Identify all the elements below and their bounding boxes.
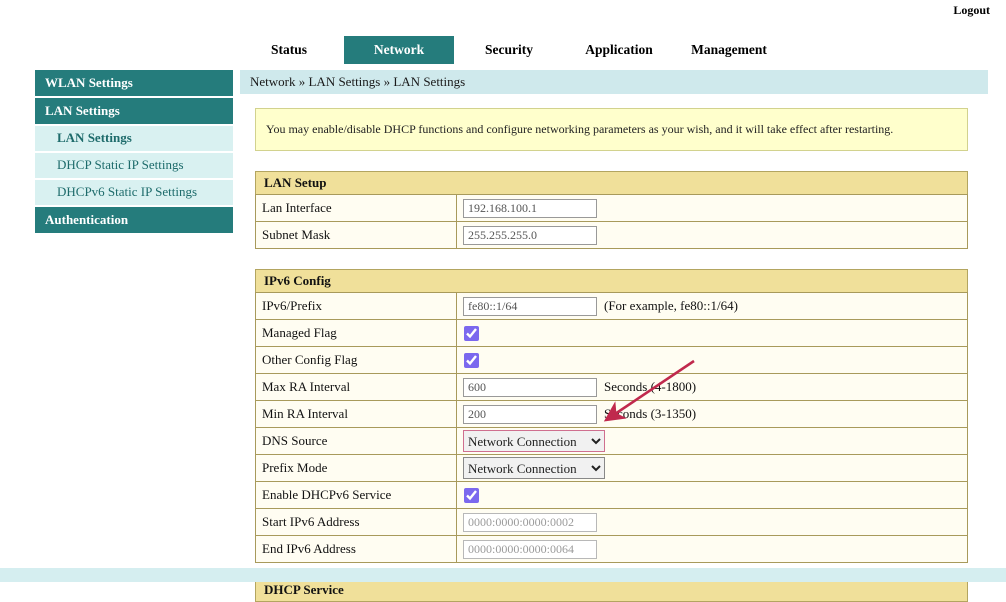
sidebar-item-lan-settings[interactable]: LAN Settings [35,126,233,153]
table-row: Enable DHCPv6 Service [256,482,968,509]
sidebar-item-lan-settings-group[interactable]: LAN Settings [35,98,233,126]
min-ra-interval-input[interactable] [463,405,597,424]
field-value-cell [457,536,968,563]
sidebar: WLAN Settings LAN Settings LAN Settings … [35,70,233,235]
sidebar-item-wlan-settings[interactable]: WLAN Settings [35,70,233,98]
field-value-cell: Seconds (4-1800) [457,374,968,401]
table-row: Start IPv6 Address [256,509,968,536]
lan-interface-input[interactable] [463,199,597,218]
logout-link[interactable]: Logout [953,3,990,18]
table-row: Min RA Interval Seconds (3-1350) [256,401,968,428]
table-row: DNS Source Network Connection [256,428,968,455]
field-label: Prefix Mode [256,455,457,482]
tab-management[interactable]: Management [674,36,784,64]
field-note: Seconds (4-1800) [604,379,696,394]
table-row: Prefix Mode Network Connection [256,455,968,482]
field-label: Enable DHCPv6 Service [256,482,457,509]
field-label: IPv6/Prefix [256,293,457,320]
field-label: Min RA Interval [256,401,457,428]
sidebar-item-dhcpv6-static-ip[interactable]: DHCPv6 Static IP Settings [35,180,233,207]
tab-network[interactable]: Network [344,36,454,64]
dns-source-select[interactable]: Network Connection [463,430,605,452]
field-label: DNS Source [256,428,457,455]
subnet-mask-input[interactable] [463,226,597,245]
field-value-cell [457,320,968,347]
prefix-mode-select[interactable]: Network Connection [463,457,605,479]
top-nav-tabbar: Status Network Security Application Mana… [234,36,784,64]
table-row: Max RA Interval Seconds (4-1800) [256,374,968,401]
table-row: End IPv6 Address [256,536,968,563]
field-value-cell [457,482,968,509]
field-value-cell: Seconds (3-1350) [457,401,968,428]
tab-status[interactable]: Status [234,36,344,64]
ipv6-prefix-input[interactable] [463,297,597,316]
table-row: Managed Flag [256,320,968,347]
lan-setup-table: Lan Interface Subnet Mask [255,194,968,249]
enable-dhcpv6-service-checkbox[interactable] [464,488,479,503]
main-content: Network » LAN Settings » LAN Settings Yo… [240,70,988,602]
info-notice: You may enable/disable DHCP functions an… [255,108,968,151]
breadcrumb: Network » LAN Settings » LAN Settings [240,70,988,94]
managed-flag-checkbox[interactable] [464,326,479,341]
field-value-cell: (For example, fe80::1/64) [457,293,968,320]
other-config-flag-checkbox[interactable] [464,353,479,368]
table-row: Lan Interface [256,195,968,222]
ipv6-config-table: IPv6/Prefix (For example, fe80::1/64) Ma… [255,292,968,563]
field-label: Managed Flag [256,320,457,347]
max-ra-interval-input[interactable] [463,378,597,397]
end-ipv6-address-input[interactable] [463,540,597,559]
field-value-cell: Network Connection [457,428,968,455]
field-label: Max RA Interval [256,374,457,401]
section-header-lan-setup: LAN Setup [255,171,968,194]
field-value-cell: Network Connection [457,455,968,482]
field-label: Lan Interface [256,195,457,222]
content-area: You may enable/disable DHCP functions an… [240,108,988,602]
table-row: Other Config Flag [256,347,968,374]
start-ipv6-address-input[interactable] [463,513,597,532]
field-value-cell [457,509,968,536]
section-header-ipv6-config: IPv6 Config [255,269,968,292]
field-label: End IPv6 Address [256,536,457,563]
table-row: Subnet Mask [256,222,968,249]
field-label: Subnet Mask [256,222,457,249]
field-label: Other Config Flag [256,347,457,374]
field-note: Seconds (3-1350) [604,406,696,421]
footer-strip [0,568,1006,582]
sidebar-item-authentication[interactable]: Authentication [35,207,233,235]
tab-security[interactable]: Security [454,36,564,64]
field-value-cell [457,347,968,374]
field-value-cell [457,195,968,222]
field-label: Start IPv6 Address [256,509,457,536]
field-value-cell [457,222,968,249]
field-note: (For example, fe80::1/64) [604,298,738,313]
tab-application[interactable]: Application [564,36,674,64]
sidebar-item-dhcp-static-ip[interactable]: DHCP Static IP Settings [35,153,233,180]
table-row: IPv6/Prefix (For example, fe80::1/64) [256,293,968,320]
